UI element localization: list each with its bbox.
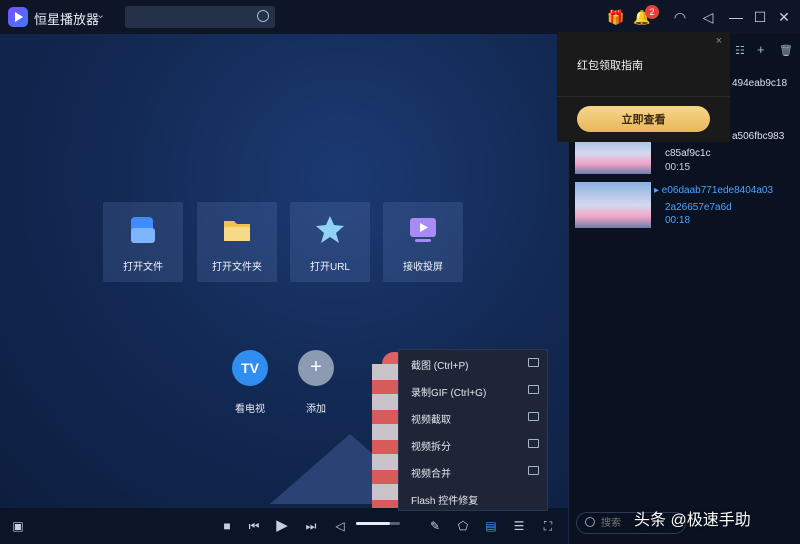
menu-item-label: 录制GIF (Ctrl+G) — [411, 388, 487, 399]
edit-icon[interactable]: ✎ — [427, 518, 443, 534]
chevron-down-icon[interactable]: ⌄ — [96, 8, 105, 21]
playlist-item-duration: 00:15 — [665, 162, 691, 173]
add-file-icon[interactable]: + — [757, 42, 765, 57]
volume-icon[interactable]: ◁ — [332, 518, 348, 534]
menu-item-video-split[interactable]: 视频拆分 — [399, 431, 549, 457]
divider — [557, 96, 730, 97]
open-folder-label: 打开文件夹 — [212, 262, 262, 273]
menu-item-label: 视频合并 — [411, 469, 451, 480]
list-icon[interactable]: ☰ — [511, 518, 527, 534]
fullscreen-icon[interactable]: ⛶ — [540, 518, 556, 534]
open-file-tile[interactable]: 打开文件 — [103, 202, 183, 282]
open-url-label: 打开URL — [309, 262, 350, 273]
menu-item-label: 视频截取 — [411, 415, 451, 426]
playlist-item-name: 494eab9c18 — [732, 78, 788, 89]
watch-tv-label: 看电视 — [235, 404, 265, 415]
open-url-tile[interactable]: 打开URL — [290, 202, 370, 282]
trash-icon[interactable]: 🗑 — [779, 44, 793, 57]
menu-item-record-gif[interactable]: 录制GIF (Ctrl+G) — [399, 377, 549, 403]
menu-item-label: Flash 控件修复 — [411, 496, 479, 507]
add-label: 添加 — [306, 404, 326, 415]
search-icon — [585, 517, 595, 527]
playlist-item-duration: 00:18 — [665, 215, 691, 226]
app-logo-icon[interactable] — [8, 7, 28, 27]
folder-icon[interactable] — [528, 466, 539, 475]
minimize-icon[interactable]: — — [727, 8, 745, 26]
previous-icon[interactable]: ⏮ — [246, 518, 262, 534]
playlist-item-name-cont: c85af9c1c — [665, 148, 711, 159]
popup-title: 红包领取指南 — [577, 60, 643, 72]
headset-icon[interactable]: ◠ — [671, 8, 689, 26]
folder-icon[interactable] — [528, 385, 539, 394]
volume-level — [356, 522, 390, 525]
cast-screen-icon — [410, 218, 436, 242]
playlist-item-name-cont: 2a26657e7a6d — [665, 202, 732, 213]
search-box[interactable] — [125, 6, 275, 28]
open-file-label: 打开文件 — [123, 262, 163, 273]
file-icon — [131, 217, 155, 243]
receive-cast-tile[interactable]: 接收投屏 — [383, 202, 463, 282]
menu-item-video-clip[interactable]: 视频截取 — [399, 404, 549, 430]
folder-icon[interactable] — [528, 439, 539, 448]
video-thumbnail — [575, 182, 651, 228]
shape-icon[interactable]: ⬠ — [455, 518, 471, 534]
app-name[interactable]: 恒星播放器 — [34, 9, 99, 28]
playlist-item-name: a506fbc983 — [732, 131, 785, 142]
folder-icon — [224, 221, 250, 241]
play-icon[interactable]: ▶ — [274, 518, 290, 534]
notification-badge: 2 — [645, 5, 659, 19]
add-button[interactable]: + — [298, 350, 334, 386]
watch-tv-button[interactable]: TV — [232, 350, 268, 386]
receive-cast-label: 接收投屏 — [403, 262, 443, 273]
watermark: 头条 @极速手助 — [634, 512, 751, 529]
menu-item-flash-repair[interactable]: Flash 控件修复 — [399, 485, 549, 511]
notification-popup: × 红包领取指南 立即查看 — [557, 32, 730, 142]
folder-icon[interactable] — [528, 358, 539, 367]
speaker-icon[interactable]: ◁ — [699, 8, 717, 26]
playlist-toggle-icon[interactable]: ▣ — [10, 518, 26, 534]
control-bar: ▣ ■ ⏮ ▶ ⏭ ◁ ✎ ⬠ ▤ ☰ ⛶ — [0, 508, 568, 544]
view-now-button[interactable]: 立即查看 — [577, 106, 710, 132]
playlist-item-name: ▸ e06daab771ede8404a03 — [654, 185, 774, 196]
gift-icon[interactable]: 🎁 — [607, 8, 625, 26]
menu-item-label: 截图 (Ctrl+P) — [411, 361, 469, 372]
menu-item-video-merge[interactable]: 视频合并 — [399, 458, 549, 484]
menu-item-label: 视频拆分 — [411, 442, 451, 453]
url-star-icon — [316, 216, 344, 243]
toolbox-icon[interactable]: ▤ — [483, 518, 499, 534]
maximize-icon[interactable]: ☐ — [751, 8, 769, 26]
playlist-item-active[interactable]: ▸ e06daab771ede8404a03 2a26657e7a6d 00:1… — [575, 182, 795, 228]
folder-icon[interactable] — [528, 412, 539, 421]
close-icon[interactable]: ✕ — [775, 8, 793, 26]
stop-icon[interactable]: ■ — [219, 518, 235, 534]
title-bar: 恒星播放器 ⌄ 🎁 🔔 2 ◠ ◁ — ☐ ✕ — [0, 0, 800, 34]
search-icon[interactable] — [257, 10, 269, 22]
plus-icon: + — [310, 356, 322, 378]
close-icon[interactable]: × — [716, 35, 722, 47]
open-folder-tile[interactable]: 打开文件夹 — [197, 202, 277, 282]
menu-item-screenshot[interactable]: 截图 (Ctrl+P) — [399, 350, 549, 376]
tools-menu: 截图 (Ctrl+P) 录制GIF (Ctrl+G) 视频截取 视频拆分 视频合… — [398, 349, 548, 511]
next-icon[interactable]: ⏭ — [303, 518, 319, 534]
tv-icon: TV — [241, 360, 259, 376]
list-view-icon[interactable]: ☷ — [735, 44, 745, 57]
search-input[interactable] — [131, 9, 241, 25]
